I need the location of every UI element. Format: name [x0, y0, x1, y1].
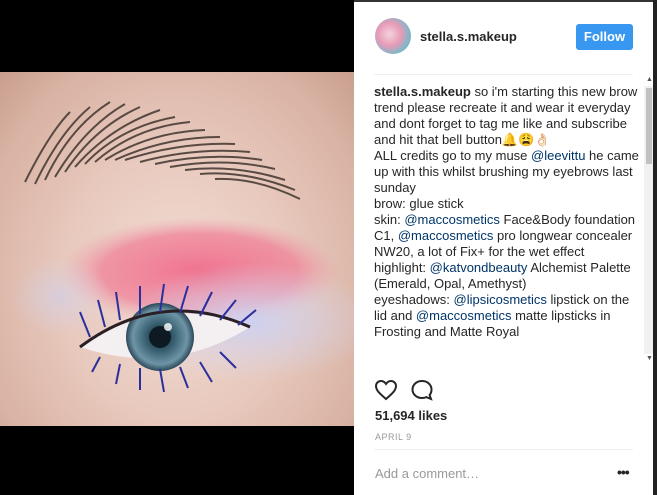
like-count[interactable]: 51,694 likes: [375, 408, 447, 423]
mention-link[interactable]: @lipsicosmetics: [454, 292, 547, 307]
scrollbar-thumb[interactable]: [646, 88, 652, 164]
heart-icon[interactable]: [374, 378, 398, 402]
post-caption: stella.s.makeup so i'm starting this new…: [374, 84, 642, 370]
caption-text: eyeshadows:: [374, 292, 454, 307]
caption-text: brow: glue stick: [374, 196, 464, 211]
mention-link[interactable]: @maccosmetics: [416, 308, 512, 323]
post-header: stella.s.makeup Follow: [354, 2, 653, 74]
caption-text: ALL credits go to my muse: [374, 148, 532, 163]
more-options-icon[interactable]: •••: [617, 464, 630, 480]
header-divider: [374, 74, 633, 75]
eye-makeup-photo-illustration: [10, 101, 354, 393]
post-details-panel: stella.s.makeup Follow stella.s.makeup s…: [354, 0, 657, 495]
mention-link[interactable]: @katvondbeauty: [430, 260, 528, 275]
post-media: [0, 0, 354, 495]
footer-divider: [374, 449, 633, 450]
comment-bubble-icon[interactable]: [410, 378, 434, 402]
mention-link[interactable]: @maccosmetics: [404, 212, 500, 227]
add-comment-input[interactable]: Add a comment…: [375, 466, 479, 481]
post-photo[interactable]: [0, 72, 354, 426]
scroll-down-arrow-icon[interactable]: ▼: [646, 355, 653, 362]
mention-link[interactable]: @leevittu: [531, 148, 585, 163]
mention-link[interactable]: @maccosmetics: [398, 228, 494, 243]
post-date[interactable]: APRIL 9: [375, 432, 412, 442]
avatar[interactable]: [375, 18, 411, 54]
window-edge: [653, 0, 657, 495]
post-username[interactable]: stella.s.makeup: [420, 29, 517, 44]
caption-text: skin:: [374, 212, 405, 227]
caption-username[interactable]: stella.s.makeup: [374, 84, 471, 99]
follow-button[interactable]: Follow: [576, 24, 633, 50]
scroll-up-arrow-icon[interactable]: ▲: [646, 76, 653, 83]
caption-text: highlight:: [374, 260, 430, 275]
